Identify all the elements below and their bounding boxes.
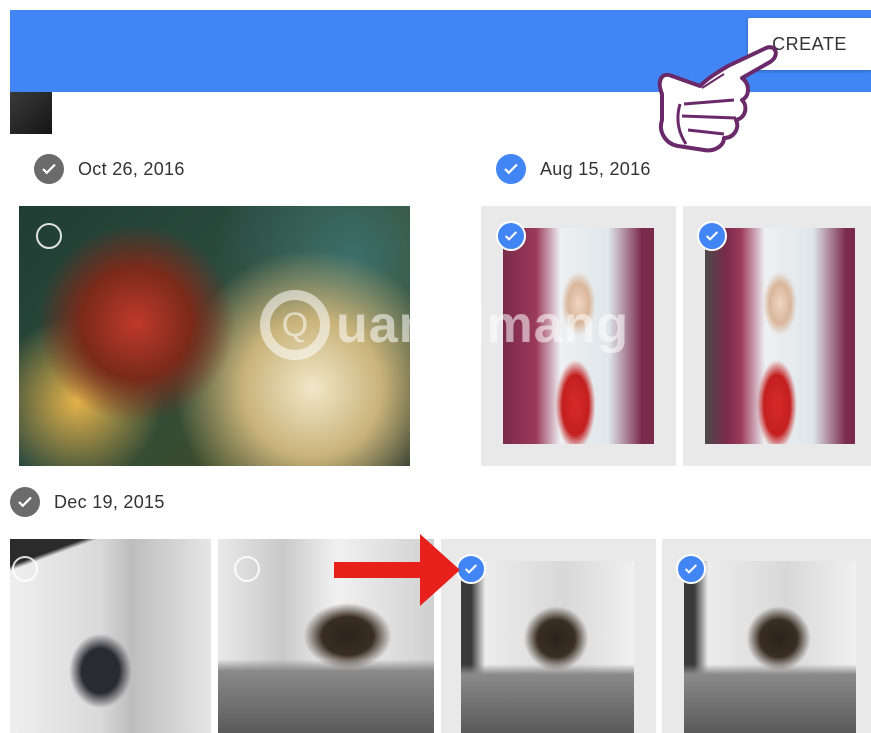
checkmark-icon (684, 564, 698, 574)
photo-image (503, 228, 654, 444)
date-group-header: Dec 19, 2015 (10, 487, 165, 517)
photo-select-circle[interactable] (697, 221, 727, 251)
photo-tile[interactable] (441, 539, 656, 733)
checkmark-icon (504, 163, 518, 175)
group-date-label: Dec 19, 2015 (54, 491, 165, 512)
photo-tile[interactable] (10, 539, 211, 733)
checkmark-icon (18, 496, 32, 508)
group-select-checkbox[interactable] (10, 487, 40, 517)
photo-tile[interactable] (683, 206, 871, 466)
date-group-header: Aug 15, 2016 (496, 154, 651, 184)
photo-image (705, 228, 855, 444)
photo-image (461, 561, 634, 733)
group-date-label: Oct 26, 2016 (78, 158, 185, 179)
checkmark-icon (464, 564, 478, 574)
photo-image (684, 561, 856, 733)
group-select-checkbox[interactable] (496, 154, 526, 184)
photo-tile[interactable] (19, 206, 410, 466)
pointing-hand-icon (657, 45, 778, 153)
photo-image (10, 539, 211, 733)
photo-select-circle[interactable] (676, 554, 706, 584)
photo-select-circle[interactable] (12, 556, 38, 582)
photo-tile[interactable] (662, 539, 871, 733)
group-date-label: Aug 15, 2016 (540, 158, 651, 179)
red-arrow-icon (334, 534, 460, 606)
photo-tile[interactable] (481, 206, 676, 466)
checkmark-icon (504, 231, 518, 241)
photo-thumbnail-partial[interactable] (10, 92, 52, 134)
date-group-header: Oct 26, 2016 (34, 154, 185, 184)
photo-select-circle[interactable] (234, 556, 260, 582)
checkmark-icon (705, 231, 719, 241)
photo-select-circle[interactable] (496, 221, 526, 251)
photo-image (19, 206, 410, 466)
checkmark-icon (42, 163, 56, 175)
photo-select-circle[interactable] (36, 223, 62, 249)
group-select-checkbox[interactable] (34, 154, 64, 184)
